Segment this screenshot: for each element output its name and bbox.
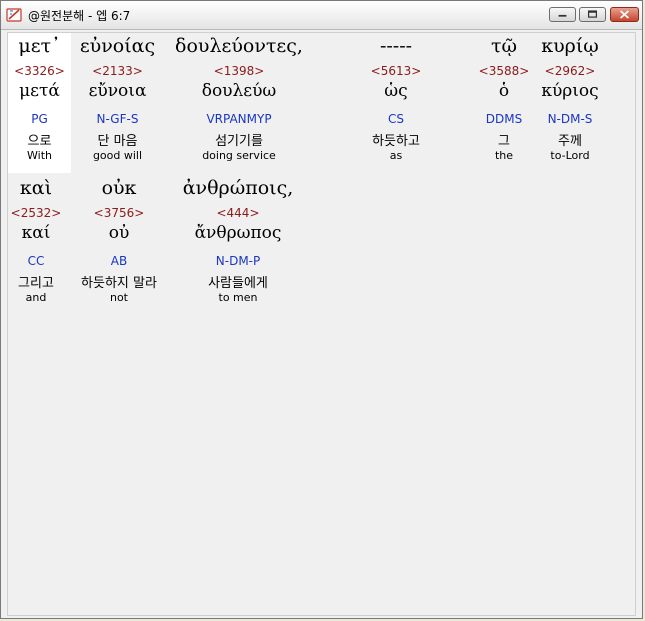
korean-gloss: 섬기기를 xyxy=(215,134,263,149)
greek-surface: τῷ xyxy=(490,35,517,57)
english-gloss: as xyxy=(389,149,403,162)
greek-lemma: καί xyxy=(21,223,51,243)
english-gloss: good will xyxy=(92,149,143,162)
word-token[interactable]: ἀνθρώποις, <444> ἄνθρωπος N-DM-P 사람들에게 t… xyxy=(174,175,302,315)
greek-surface: μετ᾽ xyxy=(18,35,61,57)
minimize-button[interactable] xyxy=(549,7,576,22)
title-bar[interactable]: @원전분해 - 엡 6:7 xyxy=(1,1,642,30)
morph-code: CS xyxy=(388,112,404,126)
greek-lemma: κύριος xyxy=(541,81,599,101)
morph-code: N-DM-S xyxy=(547,112,593,126)
close-button[interactable] xyxy=(610,7,639,22)
greek-surface: ἀνθρώποις, xyxy=(182,177,294,199)
strong-number: <3326> xyxy=(14,64,65,78)
word-token[interactable]: δουλεύοντες, <1398> δουλεύω VRPANMYP 섬기기… xyxy=(164,33,314,173)
maximize-icon xyxy=(587,10,598,18)
morph-code: CC xyxy=(27,254,45,268)
english-gloss: and xyxy=(25,291,47,304)
morph-code: VRPANMYP xyxy=(206,112,272,126)
parsing-panel[interactable]: μετ᾽ <3326> μετά PG 으로 With εὐνοίας <213… xyxy=(7,32,636,616)
maximize-button[interactable] xyxy=(579,7,606,22)
english-gloss: to-Lord xyxy=(550,149,590,162)
greek-surface: δουλεύοντες, xyxy=(175,35,303,57)
korean-gloss: 하듯하고 xyxy=(372,134,420,149)
strong-number: <2133> xyxy=(92,64,143,78)
app-logo-icon xyxy=(6,8,22,22)
strong-number: <3756> xyxy=(93,206,145,220)
english-gloss: to men xyxy=(218,291,258,304)
minimize-icon xyxy=(558,14,567,17)
verse-row: μετ᾽ <3326> μετά PG 으로 With εὐνοίας <213… xyxy=(8,33,635,175)
app-window: @원전분해 - 엡 6:7 μετ᾽ <3326> μετά PG 으로 Wit… xyxy=(0,0,643,619)
greek-lemma: ὡς xyxy=(384,81,408,101)
korean-gloss: 그 xyxy=(498,134,510,149)
korean-gloss: 주께 xyxy=(558,134,582,149)
close-icon xyxy=(620,10,629,19)
korean-gloss: 으로 xyxy=(27,134,52,149)
strong-number: <2532> xyxy=(10,206,62,220)
word-token[interactable]: οὐκ <3756> οὐ AB 하듯하지 말라 not xyxy=(64,175,174,315)
word-token[interactable]: μετ᾽ <3326> μετά PG 으로 With xyxy=(8,33,71,173)
english-gloss: doing service xyxy=(202,149,276,162)
word-token[interactable]: εὐνοίας <2133> εὔνοια N-GF-S 단 마음 good w… xyxy=(71,33,164,173)
word-token[interactable]: κυρίῳ <2962> κύριος N-DM-S 주께 to-Lord xyxy=(535,33,605,173)
strong-number: <5613> xyxy=(370,64,422,78)
korean-gloss: 단 마음 xyxy=(97,134,138,149)
strong-number: <2962> xyxy=(544,64,596,78)
word-token[interactable]: τῷ <3588> ὁ DDMS 그 the xyxy=(473,33,535,173)
greek-lemma: ἄνθρωπος xyxy=(194,223,282,243)
greek-surface: καὶ xyxy=(19,177,53,199)
word-token[interactable]: ----- <5613> ὡς CS 하듯하고 as xyxy=(348,33,444,173)
morph-code: N-GF-S xyxy=(96,112,139,126)
morph-code: PG xyxy=(31,112,48,126)
morph-code: AB xyxy=(110,254,128,268)
greek-lemma: δουλεύω xyxy=(201,81,277,101)
greek-lemma: μετά xyxy=(19,81,60,101)
greek-surface: εὐνοίας xyxy=(79,35,156,57)
greek-lemma: οὐ xyxy=(108,223,130,243)
greek-lemma: ὁ xyxy=(498,81,510,101)
english-gloss: With xyxy=(27,149,52,162)
english-gloss: the xyxy=(494,149,514,162)
morph-code: DDMS xyxy=(485,112,523,126)
word-token[interactable]: καὶ <2532> καί CC 그리고 and xyxy=(8,175,64,315)
window-title: @원전분해 - 엡 6:7 xyxy=(28,9,131,23)
morph-code: N-DM-P xyxy=(215,254,261,268)
strong-number: <444> xyxy=(216,206,260,220)
strong-number: <3588> xyxy=(478,64,530,78)
greek-surface: ----- xyxy=(379,35,413,57)
korean-gloss: 하듯하지 말라 xyxy=(81,276,157,291)
greek-lemma: εὔνοια xyxy=(88,81,147,101)
verse-row: καὶ <2532> καί CC 그리고 and οὐκ <3756> οὐ … xyxy=(8,175,635,317)
strong-number: <1398> xyxy=(213,64,265,78)
korean-gloss: 그리고 xyxy=(18,276,54,291)
korean-gloss: 사람들에게 xyxy=(208,276,268,291)
english-gloss: not xyxy=(109,291,128,304)
greek-surface: οὐκ xyxy=(101,177,137,199)
greek-surface: κυρίῳ xyxy=(541,35,599,57)
